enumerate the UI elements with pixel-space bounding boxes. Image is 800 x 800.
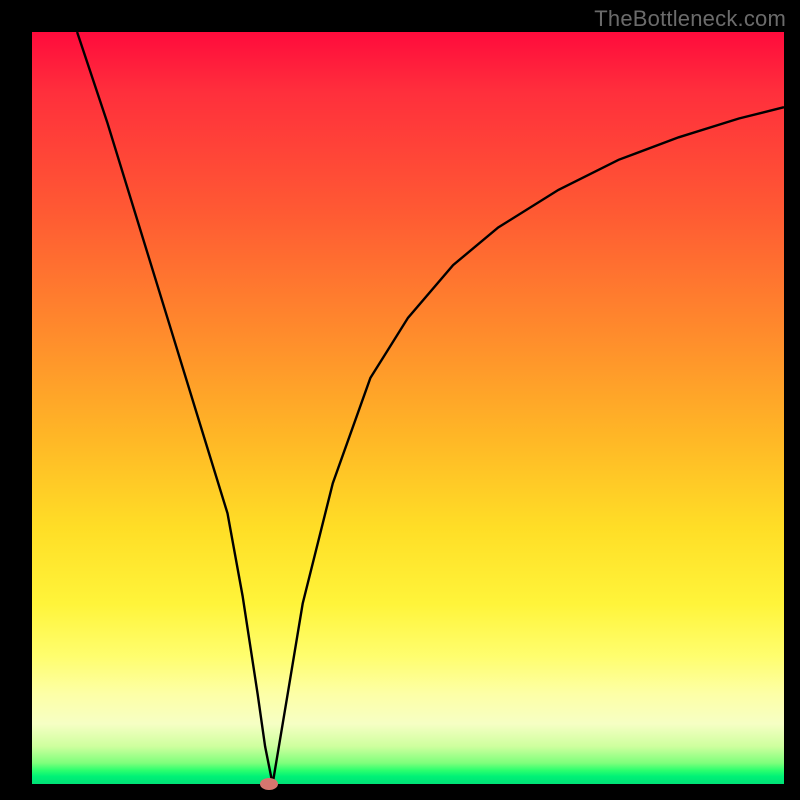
chart-frame: TheBottleneck.com <box>0 0 800 800</box>
watermark-text: TheBottleneck.com <box>594 6 786 32</box>
minimum-marker <box>260 778 278 790</box>
plot-area <box>32 32 784 784</box>
curve-path <box>77 32 784 784</box>
bottleneck-curve <box>32 32 784 784</box>
